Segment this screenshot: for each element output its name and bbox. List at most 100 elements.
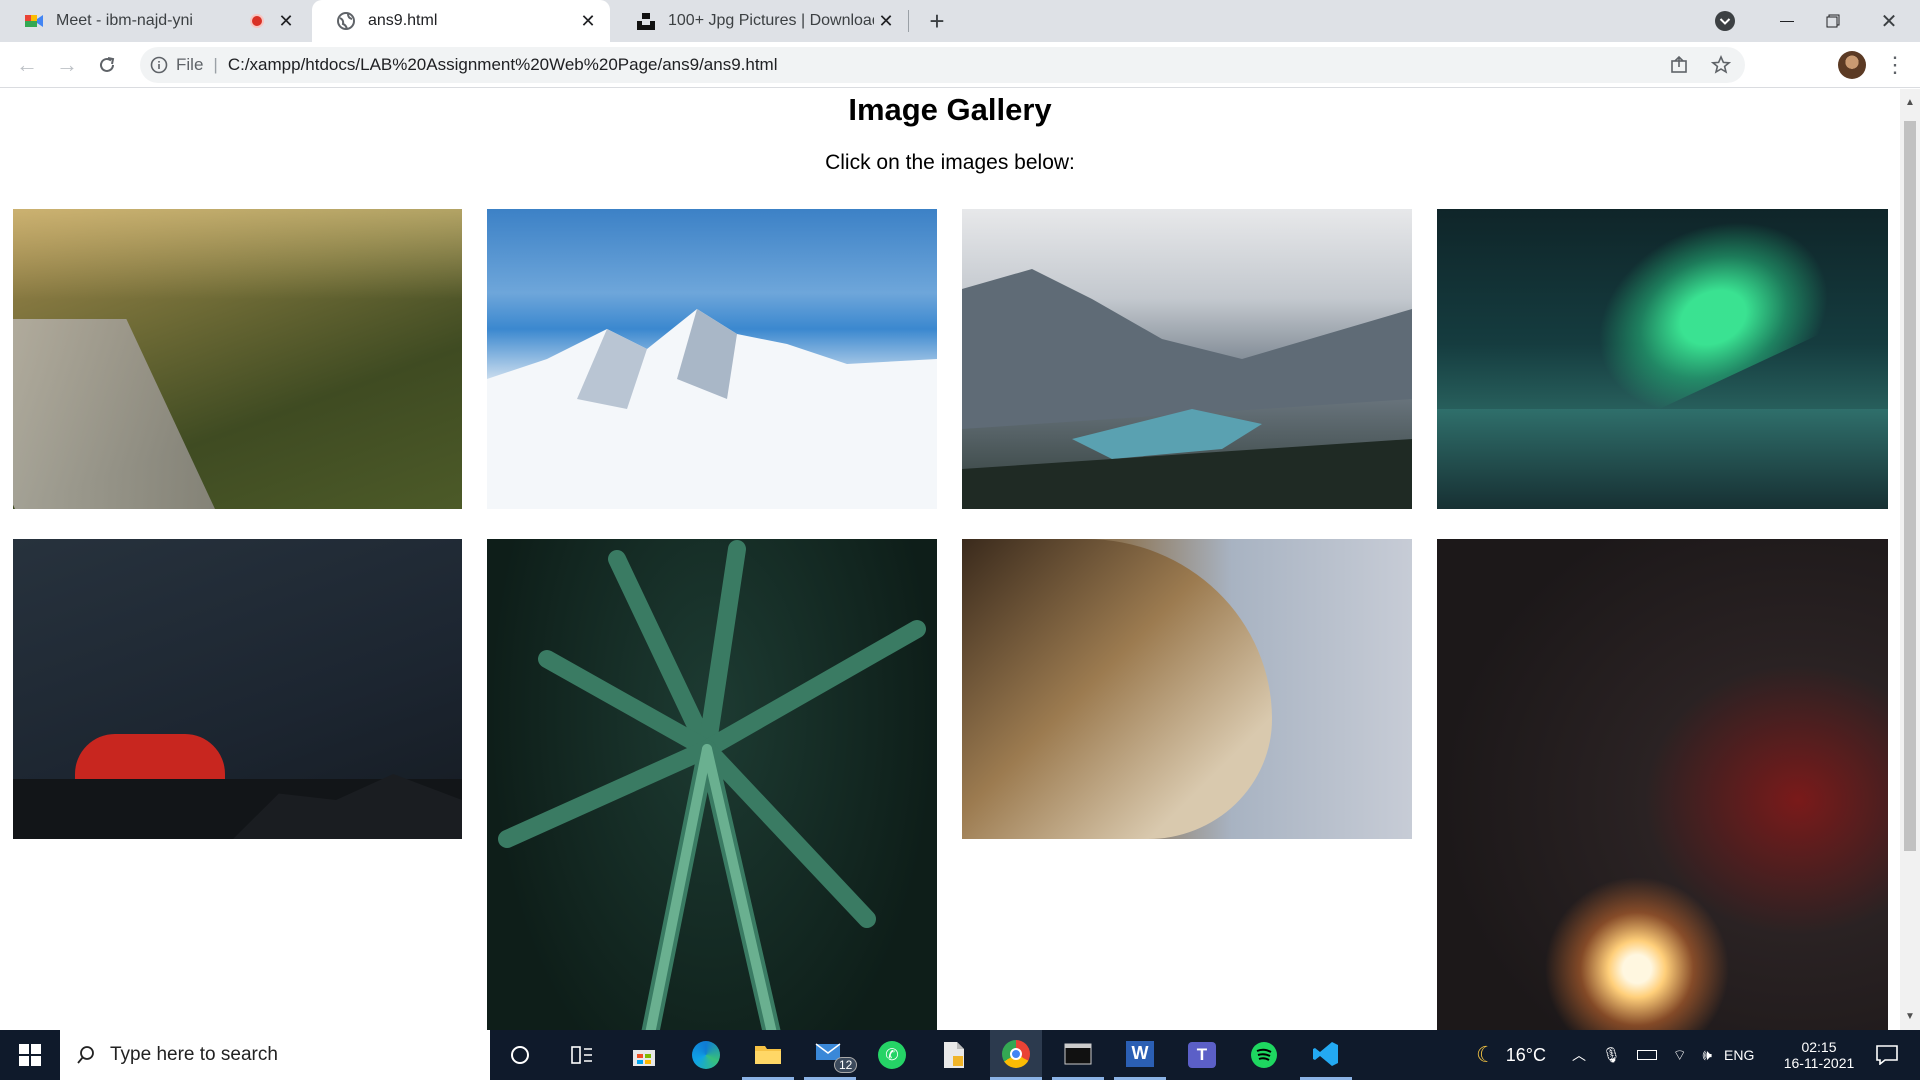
google-meet-icon [25,15,43,27]
share-icon[interactable] [1669,55,1689,75]
tab-title: ans9.html [368,12,438,29]
restore-button[interactable] [1810,0,1856,42]
teams-icon: T [1188,1042,1216,1068]
gallery-image-mountain-lake[interactable] [962,209,1412,509]
windows-logo-icon [19,1044,41,1066]
moon-icon: ☾ [1476,1042,1496,1067]
chevron-down-icon [1715,11,1735,31]
back-button[interactable]: ← [12,50,42,80]
mail-badge: 12 [834,1057,858,1073]
page-viewport: Image Gallery Click on the images below: [0,89,1900,1030]
wifi-icon: ⌔ [1672,1046,1687,1064]
arrow-left-icon: ← [16,52,38,77]
close-tab-icon[interactable]: ✕ [576,9,600,33]
browser-toolbar: ← → File | C:/xampp/htdocs/LAB%20Assignm… [0,42,1920,88]
whatsapp-app[interactable]: ✆ [866,1030,918,1080]
terminal-app[interactable] [1052,1030,1104,1080]
word-icon: W [1126,1040,1154,1067]
vscode-app[interactable] [1300,1030,1352,1080]
taskbar-search-box[interactable]: Type here to search [60,1030,490,1080]
notification-button[interactable] [1864,1030,1910,1080]
clock[interactable]: 02:15 16-11-2021 [1772,1030,1866,1080]
gallery-image-forest[interactable] [13,209,462,509]
volume-icon: 🕪︎ [1702,1046,1712,1064]
document-icon [944,1042,964,1068]
reload-button[interactable] [92,50,122,80]
gallery-image-starry-tent[interactable] [13,539,462,839]
cortana-button[interactable] [494,1030,546,1080]
battery-icon [1636,1050,1657,1060]
tab-title: Meet - ibm-najd-yni [56,12,193,29]
info-icon[interactable] [150,56,168,74]
profile-avatar[interactable] [1838,51,1866,79]
reload-icon [100,57,115,72]
close-window-button[interactable]: ✕ [1866,0,1912,42]
chevron-up-icon: ︿ [1572,1047,1586,1063]
tab-ans9[interactable]: ans9.html ✕ [312,0,610,42]
arrow-right-icon: → [56,52,78,77]
gallery-image-snowy-mountains[interactable] [487,209,937,509]
mail-app[interactable]: 12 [804,1030,858,1080]
recording-icon [250,14,264,28]
terminal-icon [1064,1043,1092,1064]
windows-taskbar: Type here to search 12 ✆ W T ☾ 16°C ︿ 🎙︎… [0,1030,1920,1080]
scroll-up-icon: ▲ [1905,97,1915,108]
tab-meet[interactable]: Meet - ibm-najd-yni ✕ [0,0,308,42]
clock-time: 02:15 [1801,1039,1837,1055]
address-bar[interactable]: File | C:/xampp/htdocs/LAB%20Assignment%… [140,47,1745,83]
teams-app[interactable]: T [1176,1030,1228,1080]
system-tray[interactable]: ︿ 🎙︎ ⌔ 🕪︎ [1572,1030,1712,1080]
search-placeholder: Type here to search [110,1044,278,1065]
word-app[interactable]: W [1114,1030,1166,1080]
menu-button[interactable]: ⋮ [1880,50,1910,80]
star-icon[interactable] [1711,55,1731,75]
file-explorer-app[interactable] [742,1030,794,1080]
chrome-icon [1002,1039,1030,1068]
close-tab-icon[interactable]: ✕ [874,9,898,33]
search-icon [77,1046,94,1064]
language-indicator[interactable]: ENG [1724,1030,1764,1080]
edge-icon [692,1041,720,1069]
files-app[interactable] [928,1030,980,1080]
url-divider: | [213,55,218,74]
folder-icon [755,1045,781,1064]
gallery-image-plant-dew[interactable] [487,539,937,1030]
spotify-app[interactable] [1238,1030,1290,1080]
page-scrollbar[interactable]: ▲ ▼ [1900,89,1920,1030]
microsoft-store-icon [633,1050,655,1066]
whatsapp-icon: ✆ [878,1041,906,1069]
gallery-image-tiger[interactable] [962,539,1412,839]
chrome-app[interactable] [990,1030,1042,1080]
tab-unsplash[interactable]: 100+ Jpg Pictures | Download Fre ✕ [612,0,908,42]
tab-search-button[interactable] [1710,0,1740,42]
tab-separator [908,10,909,32]
page-subtitle: Click on the images below: [825,151,1075,174]
gallery-image-northern-lights[interactable] [1437,209,1888,509]
minimize-button[interactable] [1764,0,1810,42]
close-icon: ✕ [1880,10,1898,33]
notification-icon [1876,1045,1898,1065]
store-app[interactable] [618,1030,670,1080]
task-view-button[interactable] [556,1030,608,1080]
close-tab-icon[interactable]: ✕ [274,9,298,33]
scroll-down-icon: ▼ [1905,1011,1915,1022]
tab-title: 100+ Jpg Pictures | Download Fre [668,12,874,29]
globe-icon [337,12,355,30]
unsplash-icon [637,13,655,30]
restore-icon [1826,14,1840,28]
vscode-icon [1313,1041,1338,1066]
scrollbar-thumb[interactable] [1904,121,1916,851]
more-vert-icon: ⋮ [1884,52,1906,77]
forward-button[interactable]: → [52,50,82,80]
spotify-icon [1251,1042,1277,1068]
edge-app[interactable] [680,1030,732,1080]
new-tab-button[interactable]: + [922,0,952,42]
task-view-icon [571,1046,592,1064]
page-title: Image Gallery [848,92,1052,127]
url-text[interactable]: C:/xampp/htdocs/LAB%20Assignment%20Web%2… [228,55,778,75]
gallery-image-sparkler[interactable] [1437,539,1888,1030]
clock-date: 16-11-2021 [1783,1055,1855,1071]
minimize-icon [1780,20,1794,22]
url-scheme: File [176,55,204,74]
start-button[interactable] [0,1030,60,1080]
